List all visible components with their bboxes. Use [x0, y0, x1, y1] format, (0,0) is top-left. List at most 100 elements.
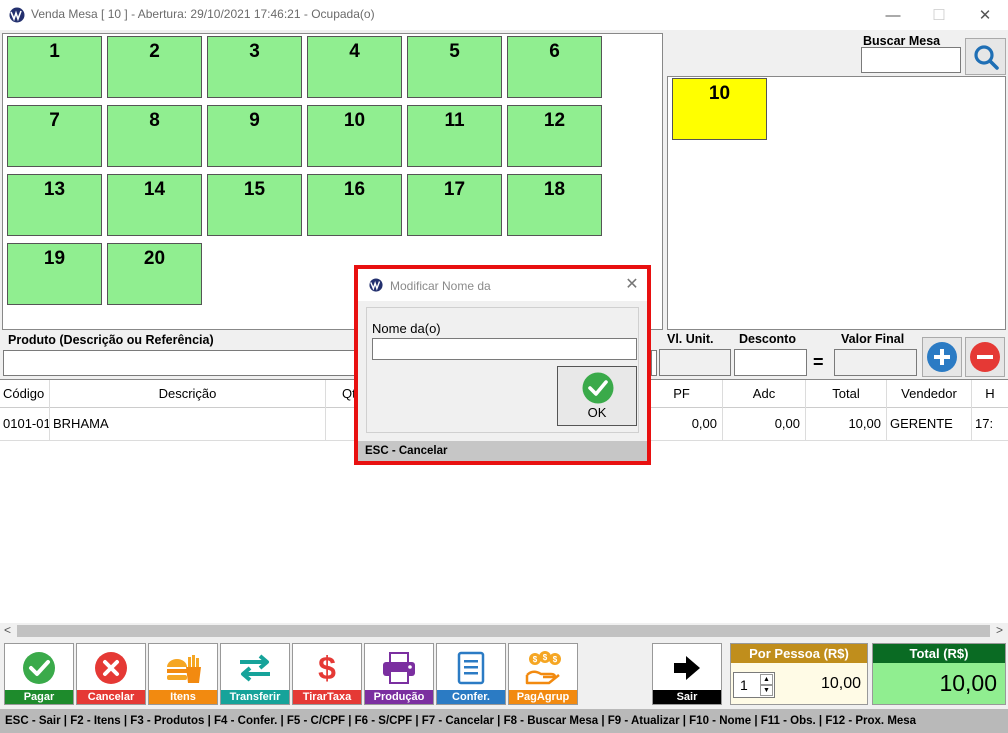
- open-table-10[interactable]: 10: [672, 78, 767, 140]
- scrollbar-thumb[interactable]: [17, 625, 990, 637]
- maximize-button[interactable]: ☐: [916, 0, 962, 30]
- ok-button[interactable]: OK: [557, 366, 637, 426]
- table-14[interactable]: 14: [107, 174, 202, 236]
- table-7[interactable]: 7: [7, 105, 102, 167]
- cancelar-button[interactable]: Cancelar: [76, 643, 146, 705]
- cell-vendedor[interactable]: GERENTE: [887, 407, 972, 441]
- confer-button[interactable]: Confer.: [436, 643, 506, 705]
- horizontal-scrollbar[interactable]: < >: [0, 623, 1008, 640]
- equals-sign: =: [813, 352, 824, 372]
- total-title: Total (R$): [873, 644, 1005, 663]
- table-4[interactable]: 4: [307, 36, 402, 98]
- stepper-up-icon[interactable]: ▲: [760, 674, 773, 685]
- add-item-button[interactable]: [922, 337, 962, 377]
- col-header-codigo[interactable]: Código: [0, 380, 50, 408]
- col-header-total[interactable]: Total: [806, 380, 887, 408]
- itens-button[interactable]: Itens: [148, 643, 218, 705]
- tirartaxa-label: TirarTaxa: [293, 690, 361, 704]
- cell-total[interactable]: 10,00: [806, 407, 887, 441]
- sair-button[interactable]: Sair: [652, 643, 722, 705]
- table-19[interactable]: 19: [7, 243, 102, 305]
- col-header-vendedor[interactable]: Vendedor: [887, 380, 972, 408]
- producao-label: Produção: [365, 690, 433, 704]
- table-3[interactable]: 3: [207, 36, 302, 98]
- table-1[interactable]: 1: [7, 36, 102, 98]
- svg-text:$: $: [553, 655, 558, 664]
- table-11[interactable]: 11: [407, 105, 502, 167]
- cell-qt[interactable]: [326, 407, 356, 441]
- ok-label: OK: [587, 405, 607, 420]
- table-8[interactable]: 8: [107, 105, 202, 167]
- app-logo-icon: [9, 7, 25, 23]
- cancel-icon: [95, 652, 127, 684]
- sair-label: Sair: [653, 690, 721, 704]
- table-12[interactable]: 12: [507, 105, 602, 167]
- per-person-stepper[interactable]: 1 ▲ ▼: [733, 672, 775, 698]
- nome-input[interactable]: [372, 338, 637, 360]
- pagagrup-button[interactable]: $ $ $ PagAgrup: [508, 643, 578, 705]
- producao-button[interactable]: Produção: [364, 643, 434, 705]
- col-header-adc[interactable]: Adc: [723, 380, 806, 408]
- cell-adc[interactable]: 0,00: [723, 407, 806, 441]
- window-title: Venda Mesa [ 10 ] - Abertura: 29/10/2021…: [31, 7, 375, 21]
- table-18[interactable]: 18: [507, 174, 602, 236]
- minus-icon: [970, 342, 1000, 372]
- transferir-button[interactable]: Transferir: [220, 643, 290, 705]
- cancelar-label: Cancelar: [77, 690, 145, 704]
- per-person-title: Por Pessoa (R$): [731, 644, 867, 663]
- scroll-right-arrow[interactable]: >: [996, 623, 1003, 637]
- table-15[interactable]: 15: [207, 174, 302, 236]
- table-9[interactable]: 9: [207, 105, 302, 167]
- cell-descricao[interactable]: BRHAMA: [50, 407, 326, 441]
- per-person-box: Por Pessoa (R$) 1 ▲ ▼ 10,00: [730, 643, 868, 705]
- table-5[interactable]: 5: [407, 36, 502, 98]
- dialog-footer: ESC - Cancelar: [358, 441, 647, 461]
- col-header-pf[interactable]: PF: [641, 380, 723, 408]
- svg-text:$: $: [533, 655, 538, 664]
- col-header-hora[interactable]: H: [972, 380, 1008, 408]
- minimize-button[interactable]: —: [870, 0, 916, 30]
- close-button[interactable]: ✕: [962, 0, 1008, 30]
- produto-input[interactable]: [3, 350, 356, 376]
- desconto-input[interactable]: [734, 349, 807, 376]
- table-17[interactable]: 17: [407, 174, 502, 236]
- cell-hora[interactable]: 17:: [972, 407, 1008, 441]
- search-input[interactable]: [861, 47, 961, 73]
- table-13[interactable]: 13: [7, 174, 102, 236]
- transfer-arrows-icon: [240, 654, 270, 682]
- search-button[interactable]: [965, 38, 1006, 75]
- pagar-button[interactable]: Pagar: [4, 643, 74, 705]
- modify-name-dialog: Modificar Nome da ✕ Nome da(o) OK ESC - …: [354, 265, 651, 465]
- table-20[interactable]: 20: [107, 243, 202, 305]
- remove-item-button[interactable]: [965, 337, 1005, 377]
- desconto-label: Desconto: [739, 332, 796, 346]
- transferir-label: Transferir: [221, 690, 289, 704]
- cell-codigo[interactable]: 0101-01: [0, 407, 50, 441]
- qt-input[interactable]: [651, 350, 657, 376]
- svg-text:$: $: [543, 653, 548, 662]
- total-value: 10,00: [939, 670, 997, 696]
- search-icon: [973, 44, 999, 70]
- tirartaxa-button[interactable]: $ TirarTaxa: [292, 643, 362, 705]
- dollar-icon: $: [318, 649, 336, 686]
- pagagrup-label: PagAgrup: [509, 690, 577, 704]
- total-box: Total (R$) 10,00: [872, 643, 1006, 705]
- table-16[interactable]: 16: [307, 174, 402, 236]
- table-2[interactable]: 2: [107, 36, 202, 98]
- title-bar: Venda Mesa [ 10 ] - Abertura: 29/10/2021…: [0, 0, 1008, 30]
- col-header-descricao[interactable]: Descrição: [50, 380, 326, 408]
- stepper-down-icon[interactable]: ▼: [760, 685, 773, 696]
- table-10[interactable]: 10: [307, 105, 402, 167]
- nome-label: Nome da(o): [372, 321, 441, 336]
- per-person-value: 10,00: [820, 675, 861, 692]
- check-icon: [23, 652, 55, 684]
- cell-pf[interactable]: 0,00: [641, 407, 723, 441]
- dialog-close-button[interactable]: ✕: [622, 275, 642, 295]
- printer-icon: [383, 652, 415, 684]
- col-header-qt[interactable]: Qt: [326, 380, 356, 408]
- per-person-count: 1: [740, 677, 748, 693]
- check-icon: [582, 372, 614, 404]
- valor-final-label: Valor Final: [841, 332, 905, 346]
- scroll-left-arrow[interactable]: <: [4, 623, 11, 637]
- table-6[interactable]: 6: [507, 36, 602, 98]
